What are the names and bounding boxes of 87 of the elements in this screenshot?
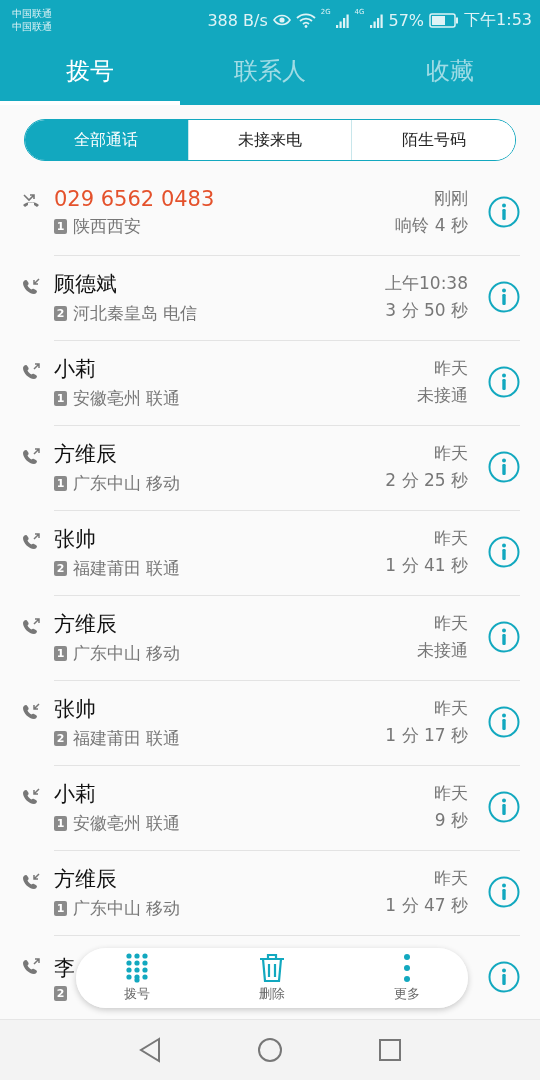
caller-name: 方维辰 (54, 865, 117, 893)
outgoing-call-icon (22, 617, 40, 635)
call-time: 昨天 (434, 442, 468, 465)
caller-name: 方维辰 (54, 610, 117, 638)
call-time: 昨天 (434, 612, 468, 635)
caller-name: 张帅 (54, 695, 96, 723)
sim-badge: 1 (54, 900, 67, 916)
network-speed: 388 B/s (207, 10, 268, 30)
clock: 下午1:53 (464, 9, 532, 31)
call-duration: 1 分 47 秒 (385, 894, 468, 917)
call-duration: 3 分 50 秒 (385, 299, 468, 322)
more-icon (403, 953, 411, 983)
call-time: 昨天 (434, 357, 468, 380)
info-button[interactable] (488, 281, 520, 313)
caller-name: 小莉 (54, 780, 96, 808)
info-button[interactable] (488, 791, 520, 823)
home-button[interactable] (257, 1037, 283, 1063)
incoming-call-icon (22, 787, 40, 805)
outgoing-call-icon (22, 957, 40, 975)
call-time: 昨天 (434, 527, 468, 550)
carrier-name: 中国联通 (12, 20, 52, 33)
caller-location: 广东中山 移动 (73, 641, 181, 665)
sim-badge: 2 (54, 985, 67, 1001)
caller-name: 小莉 (54, 355, 96, 383)
call-time: 上午10:38 (385, 272, 468, 295)
sim-badge: 1 (54, 218, 67, 234)
caller-name: 李 (54, 954, 75, 982)
info-button[interactable] (488, 536, 520, 568)
info-button[interactable] (488, 196, 520, 228)
sim-badge: 2 (54, 560, 67, 576)
dialpad-icon (125, 953, 149, 983)
missed-call-icon (22, 192, 40, 208)
outgoing-call-icon (22, 532, 40, 550)
caller-location: 福建莆田 联通 (73, 556, 181, 580)
caller-location: 广东中山 移动 (73, 471, 181, 495)
info-button[interactable] (488, 366, 520, 398)
toolbar-button[interactable]: 更多 (386, 948, 428, 1008)
signal-icon (369, 12, 384, 28)
filter-tab[interactable]: 陌生号码 (351, 120, 515, 160)
sim-badge: 2 (54, 730, 67, 746)
caller-location: 福建莆田 联通 (73, 726, 181, 750)
call-time: 昨天 (434, 782, 468, 805)
toolbar-button[interactable]: 拨号 (116, 948, 158, 1008)
call-time: 昨天 (434, 697, 468, 720)
call-time: 刚刚 (434, 187, 468, 210)
info-button[interactable] (488, 451, 520, 483)
caller-location: 安徽亳州 联通 (73, 811, 181, 835)
caller-name: 方维辰 (54, 440, 117, 468)
info-button[interactable] (488, 706, 520, 738)
recents-button[interactable] (378, 1038, 403, 1062)
sim-badge: 1 (54, 390, 67, 406)
back-button[interactable] (137, 1037, 162, 1063)
info-button[interactable] (488, 876, 520, 908)
info-button[interactable] (488, 961, 520, 993)
call-duration: 2 分 25 秒 (385, 469, 468, 492)
call-duration: 未接通 (417, 639, 468, 662)
call-duration: 9 秒 (434, 809, 468, 832)
trash-icon (258, 953, 286, 983)
caller-location: 安徽亳州 联通 (73, 386, 181, 410)
info-button[interactable] (488, 621, 520, 653)
call-duration: 1 分 41 秒 (385, 554, 468, 577)
caller-name: 顾德斌 (54, 270, 117, 298)
sim-badge: 2 (54, 305, 67, 321)
caller-location: 广东中山 移动 (73, 896, 181, 920)
sim-badge: 1 (54, 475, 67, 491)
caller-name: 张帅 (54, 525, 96, 553)
signal-icon (335, 12, 350, 28)
call-time: 昨天 (434, 867, 468, 890)
call-duration: 响铃 4 秒 (395, 214, 468, 237)
call-duration: 1 分 17 秒 (385, 724, 468, 747)
outgoing-call-icon (22, 362, 40, 380)
eye-icon (272, 14, 291, 26)
battery-icon (429, 12, 460, 28)
caller-location: 河北秦皇岛 电信 (73, 301, 198, 325)
incoming-call-icon (22, 702, 40, 720)
caller-location: 陕西西安 (73, 214, 141, 238)
sim-badge: 1 (54, 815, 67, 831)
wifi-icon (295, 12, 316, 28)
toolbar-button[interactable]: 删除 (250, 948, 294, 1008)
sim-badge: 1 (54, 645, 67, 661)
incoming-call-icon (22, 277, 40, 295)
call-duration: 未接通 (417, 384, 468, 407)
incoming-call-icon (22, 872, 40, 890)
caller-name: 029 6562 0483 (54, 186, 215, 211)
battery-percent: 57% (388, 10, 425, 30)
outgoing-call-icon (22, 447, 40, 465)
carrier-name: 中国联通 (12, 7, 52, 20)
